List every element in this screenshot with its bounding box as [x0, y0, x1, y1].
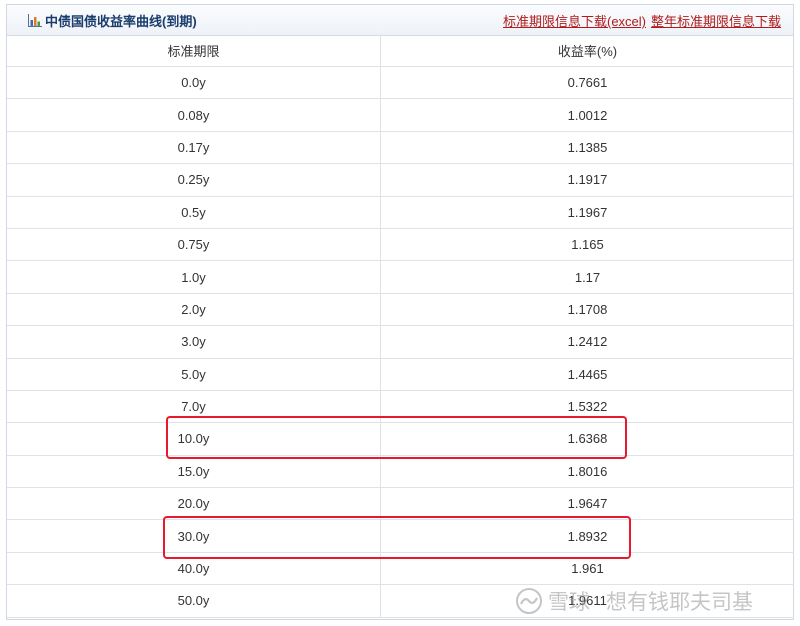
rate-cell: 0.7661 — [380, 66, 794, 100]
bar-chart-icon — [28, 14, 42, 27]
rate-cell: 1.2412 — [380, 325, 794, 359]
term-cell: 3.0y — [7, 325, 381, 359]
table-header-row: 标准期限 收益率(%) — [7, 35, 794, 67]
table-row: 0.25y 1.1917 — [7, 163, 794, 197]
term-cell: 0.25y — [7, 163, 381, 197]
table-row: 3.0y 1.2412 — [7, 325, 794, 359]
term-cell: 5.0y — [7, 358, 381, 391]
panel-header: 中债国债收益率曲线(到期) 标准期限信息下载(excel) 整年标准期限信息下载 — [7, 5, 793, 36]
rate-cell: 1.1385 — [380, 131, 794, 165]
page-title: 中债国债收益率曲线(到期) — [45, 14, 197, 29]
watermark-brand: 雪球 — [548, 591, 590, 614]
rate-cell: 1.1917 — [380, 163, 794, 197]
term-cell: 50.0y — [7, 584, 381, 618]
table-row: 2.0y 1.1708 — [7, 293, 794, 327]
table-row: 0.75y 1.165 — [7, 228, 794, 262]
highlight-box-30y — [163, 516, 631, 559]
term-cell: 0.5y — [7, 196, 381, 229]
column-header-term: 标准期限 — [7, 35, 381, 67]
column-header-rate: 收益率(%) — [380, 35, 794, 67]
rate-cell: 1.8016 — [380, 455, 794, 489]
highlight-box-10y — [166, 416, 627, 459]
watermark-author: 想有钱耶夫司基 — [606, 591, 753, 614]
rate-cell: 1.17 — [380, 260, 794, 294]
watermark: 雪球 想有钱耶夫司基 — [516, 583, 753, 619]
table-row: 0.0y 0.7661 — [7, 66, 794, 100]
rate-cell: 1.0012 — [380, 98, 794, 132]
table-row: 0.17y 1.1385 — [7, 131, 794, 165]
table-row: 1.0y 1.17 — [7, 260, 794, 294]
rate-cell: 1.4465 — [380, 358, 794, 391]
table-row: 0.5y 1.1967 — [7, 196, 794, 229]
rate-cell: 1.1708 — [380, 293, 794, 327]
table-row: 0.08y 1.0012 — [7, 98, 794, 132]
download-full-year-link[interactable]: 整年标准期限信息下载 — [651, 11, 781, 30]
table-row: 5.0y 1.4465 — [7, 358, 794, 391]
term-cell: 15.0y — [7, 455, 381, 489]
term-cell: 0.17y — [7, 131, 381, 165]
rate-cell: 1.1967 — [380, 196, 794, 229]
download-excel-link[interactable]: 标准期限信息下载(excel) — [503, 11, 646, 30]
term-cell: 0.75y — [7, 228, 381, 262]
term-cell: 2.0y — [7, 293, 381, 327]
term-cell: 1.0y — [7, 260, 381, 294]
table-row: 15.0y 1.8016 — [7, 455, 794, 489]
snowball-logo — [516, 588, 542, 614]
term-cell: 0.08y — [7, 98, 381, 132]
term-cell: 0.0y — [7, 66, 381, 100]
rate-cell: 1.165 — [380, 228, 794, 262]
